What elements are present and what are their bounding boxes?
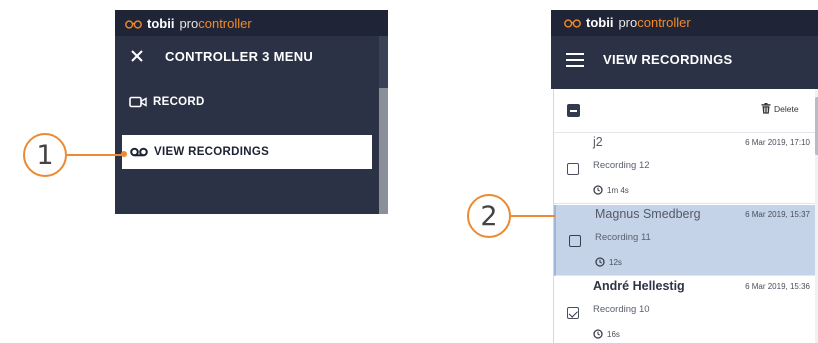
brand-pro: pro (618, 15, 638, 30)
recording-row[interactable]: André Hellestig 6 Mar 2019, 15:36 Record… (554, 277, 816, 343)
recording-name: Recording 11 (595, 232, 651, 243)
duration-value: 1m 4s (607, 185, 629, 195)
tobii-pro-controller-logo: tobii procontroller (125, 16, 252, 31)
recording-date: 6 Mar 2019, 17:10 (745, 138, 810, 147)
menu-item-view-recordings-label: VIEW RECORDINGS (154, 146, 270, 158)
menu-item-view-recordings[interactable]: VIEW RECORDINGS (122, 135, 372, 169)
brand-bar: tobii procontroller (551, 10, 818, 36)
brand-controller: controller (637, 15, 691, 30)
background-app-edge-top (379, 36, 388, 88)
callout-2: 2 (467, 194, 511, 238)
recording-duration: 16s (593, 329, 620, 339)
video-camera-icon (129, 96, 147, 108)
brand-tobii: tobii (586, 15, 614, 30)
callout-1-dot (121, 151, 127, 157)
participant-name: j2 (593, 135, 603, 149)
recording-row[interactable]: j2 6 Mar 2019, 17:10 Recording 12 1m 4s (554, 133, 816, 204)
recording-checkbox-checked[interactable] (567, 307, 579, 319)
callout-1: 1 (23, 133, 67, 177)
duration-value: 16s (607, 329, 620, 339)
recording-checkbox[interactable] (569, 235, 581, 247)
recording-checkbox[interactable] (567, 163, 579, 175)
hamburger-menu-icon[interactable] (566, 53, 584, 67)
recording-duration: 12s (595, 257, 622, 267)
recording-date: 6 Mar 2019, 15:36 (745, 282, 810, 291)
clock-icon (593, 329, 603, 339)
callout-1-leader (67, 154, 124, 156)
recordings-panel: tobii procontroller VIEW RECORDINGS Dele… (551, 10, 818, 343)
recording-name: Recording 12 (593, 160, 650, 171)
menu-title: CONTROLLER 3 MENU (165, 48, 314, 64)
brand-tobii: tobii (147, 16, 175, 31)
clock-icon (593, 185, 603, 195)
recording-name: Recording 10 (593, 304, 650, 315)
menu-header: CONTROLLER 3 MENU (129, 48, 313, 64)
page-title: VIEW RECORDINGS (603, 52, 733, 67)
recordings-list: Delete j2 6 Mar 2019, 17:10 Recording 12… (553, 89, 816, 343)
menu-item-record[interactable]: RECORD (129, 96, 205, 108)
brand-controller: controller (198, 16, 252, 31)
bulk-actions-row: Delete (554, 89, 816, 133)
clock-icon (595, 257, 605, 267)
close-icon[interactable] (129, 48, 145, 64)
delete-button[interactable]: Delete (761, 103, 799, 114)
brand-pro: pro (179, 16, 199, 31)
select-all-checkbox[interactable] (567, 104, 580, 117)
trash-icon (761, 103, 771, 114)
participant-name: André Hellestig (593, 279, 685, 293)
glasses-icon (564, 18, 581, 28)
menu-item-record-label: RECORD (153, 96, 205, 108)
participant-name: Magnus Smedberg (595, 207, 701, 221)
glasses-icon (125, 19, 142, 29)
callout-2-leader (511, 215, 555, 217)
recording-row-highlighted[interactable]: Magnus Smedberg 6 Mar 2019, 15:37 Record… (554, 205, 816, 276)
delete-label: Delete (774, 103, 799, 114)
recordings-header: VIEW RECORDINGS (551, 36, 818, 89)
recording-duration: 1m 4s (593, 185, 629, 195)
duration-value: 12s (609, 257, 622, 267)
controller-menu-panel: tobii procontroller CONTROLLER 3 MENU REC… (115, 10, 388, 214)
tobii-pro-controller-logo: tobii procontroller (564, 15, 691, 30)
cassette-tape-icon (130, 147, 148, 157)
recording-date: 6 Mar 2019, 15:37 (745, 210, 810, 219)
